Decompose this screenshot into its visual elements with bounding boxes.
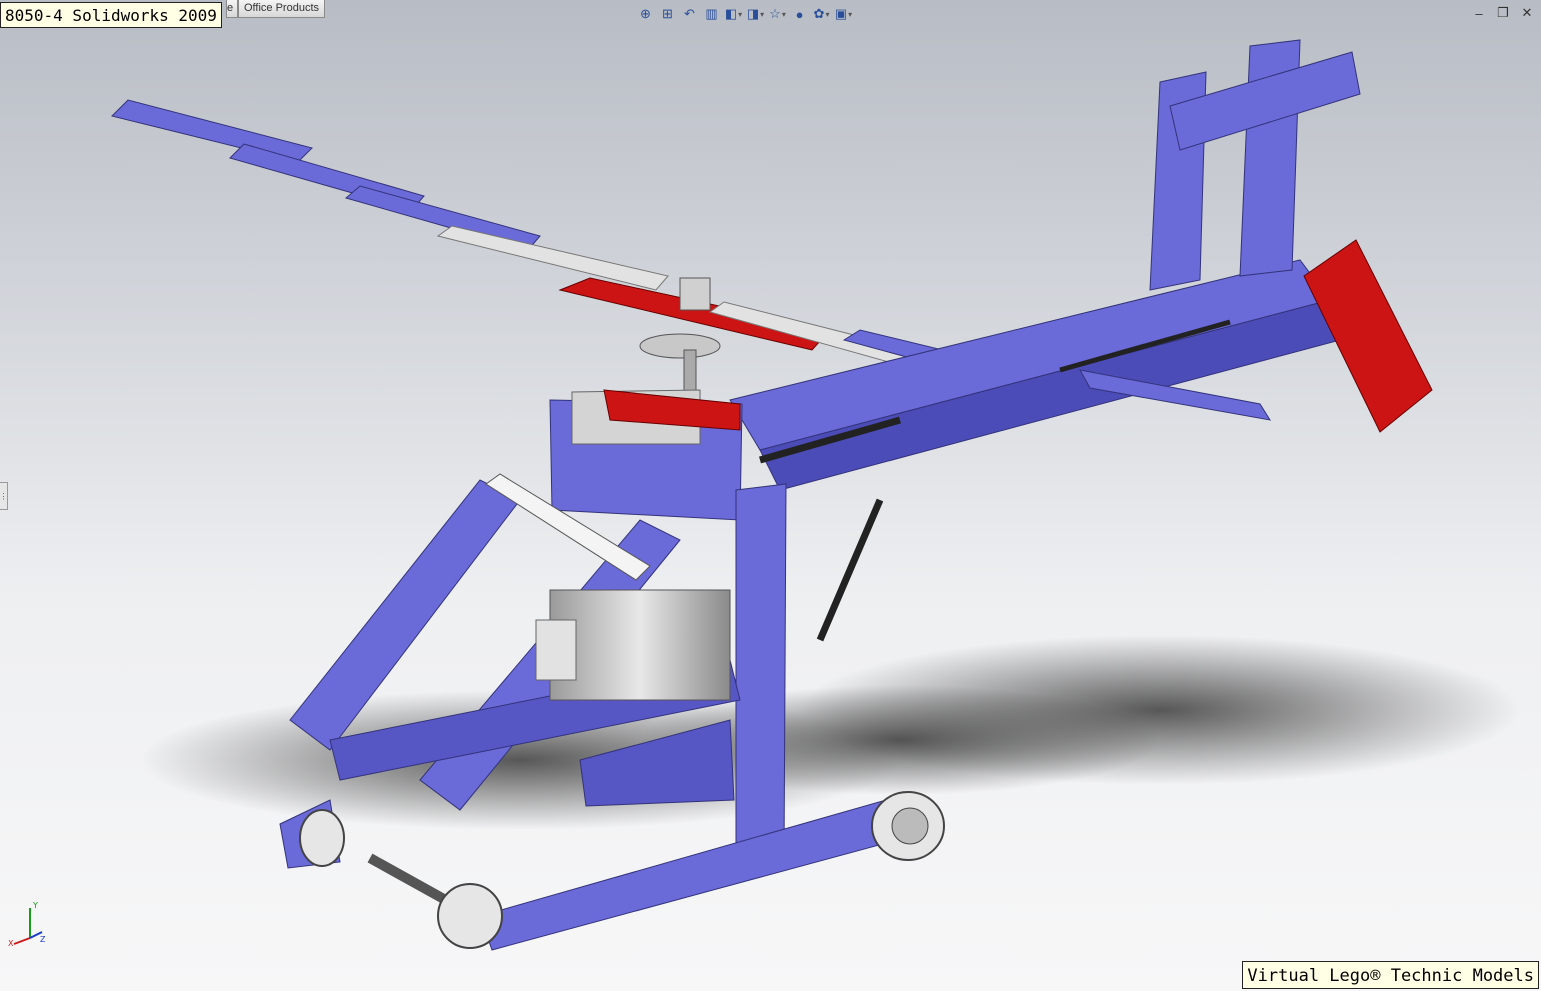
reference-triad: Y X Z — [8, 901, 46, 948]
triad-x-label: X — [8, 939, 14, 948]
main-rotor — [111, 99, 1051, 401]
zoom-to-area-icon: ⊞ — [662, 6, 673, 21]
motor — [535, 589, 731, 701]
section-view-button[interactable]: ▥ — [702, 4, 721, 24]
view-settings-icon: ▣ — [834, 6, 848, 21]
chevron-down-icon: ▾ — [825, 9, 830, 19]
edit-appearance-button[interactable]: ● — [790, 4, 809, 24]
zoom-to-fit-button[interactable]: ⊕ — [636, 4, 655, 24]
triad-z-label: Z — [40, 935, 46, 944]
tail-fin — [1149, 39, 1361, 291]
minimize-button[interactable]: – — [1471, 5, 1487, 21]
window-controls: – ❐ ✕ — [1471, 5, 1535, 21]
previous-view-icon: ↶ — [684, 6, 695, 21]
model-title-label: 8050-4 Solidworks 2009 — [0, 2, 222, 28]
view-orientation-icon: ◧ — [724, 6, 738, 21]
tab-truncated[interactable]: e — [226, 0, 238, 18]
chevron-down-icon: ▾ — [738, 9, 743, 19]
helicopter-model-view[interactable] — [0, 0, 1541, 991]
view-settings-button[interactable]: ▣ ▾ — [834, 4, 853, 24]
chevron-down-icon: ▾ — [760, 9, 765, 19]
zoom-to-fit-icon: ⊕ — [640, 6, 651, 21]
hide-show-items-button[interactable]: ☆ ▾ — [768, 4, 787, 24]
command-manager-tabs: e Office Products — [226, 0, 325, 18]
watermark-label: Virtual Lego® Technic Models — [1242, 961, 1539, 989]
heads-up-view-toolbar: ⊕ ⊞ ↶ ▥ ◧ ▾ ◨ ▾ ☆ ▾ ● ✿ ▾ ▣ ▾ — [636, 4, 853, 24]
tab-office-products[interactable]: Office Products — [238, 0, 325, 18]
grip-icon: ⋮ — [0, 491, 8, 501]
view-orientation-button[interactable]: ◧ ▾ — [724, 4, 743, 24]
hide-show-items-icon: ☆ — [769, 6, 781, 21]
display-style-button[interactable]: ◨ ▾ — [746, 4, 765, 24]
previous-view-button[interactable]: ↶ — [680, 4, 699, 24]
restore-button[interactable]: ❐ — [1495, 5, 1511, 21]
edit-appearance-icon: ● — [795, 6, 804, 22]
chevron-down-icon: ▾ — [848, 9, 853, 19]
tail-boom — [729, 259, 1341, 491]
graphics-area[interactable]: 8050-4 Solidworks 2009 e Office Products… — [0, 0, 1541, 991]
apply-scene-button[interactable]: ✿ ▾ — [812, 4, 831, 24]
section-view-icon: ▥ — [705, 6, 718, 21]
close-button[interactable]: ✕ — [1519, 5, 1535, 21]
display-style-icon: ◨ — [746, 6, 760, 21]
feature-manager-collapse-handle[interactable]: ⋮ — [0, 482, 8, 510]
triad-y-label: Y — [32, 901, 38, 910]
zoom-to-area-button[interactable]: ⊞ — [658, 4, 677, 24]
apply-scene-icon: ✿ — [813, 6, 825, 21]
chevron-down-icon: ▾ — [781, 9, 786, 19]
triad-x-axis — [13, 937, 31, 945]
